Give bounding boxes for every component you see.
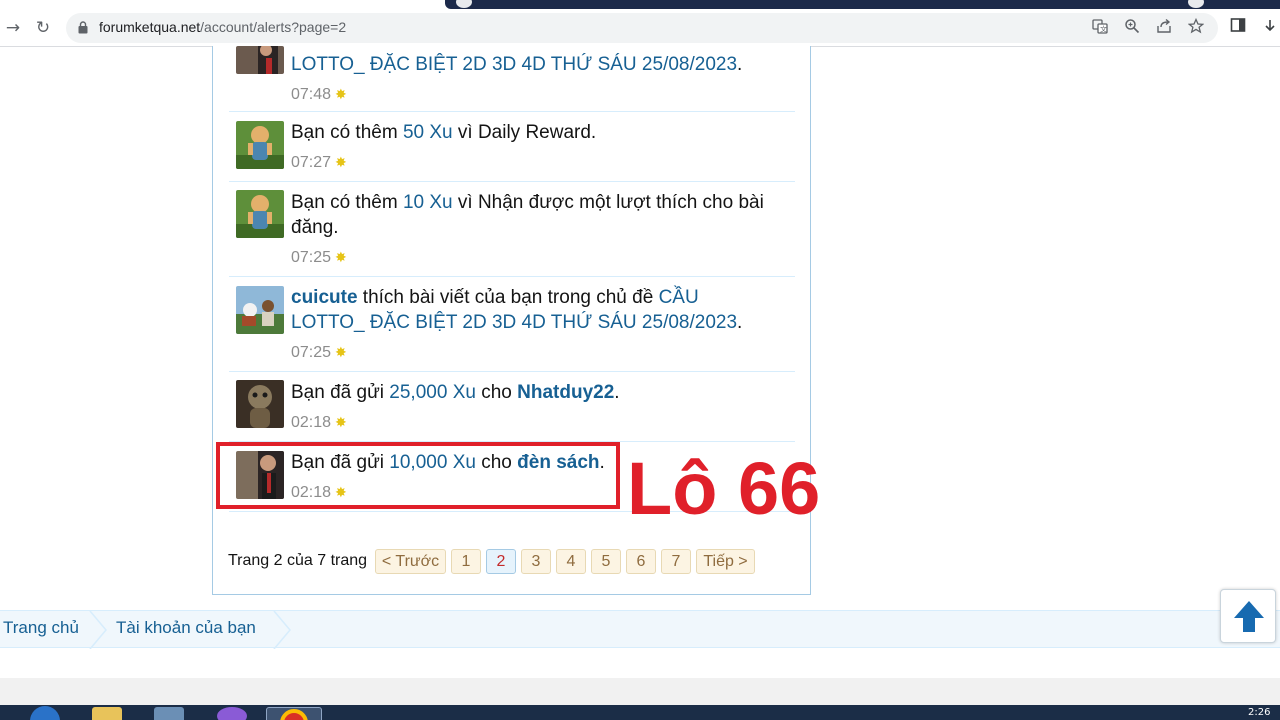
sun-icon: ✸ — [335, 414, 347, 430]
url-text[interactable]: forumketqua.net/account/alerts?page=2 — [99, 19, 346, 35]
breadcrumb-account[interactable]: Tài khoản của bạn — [116, 618, 256, 638]
annotation-label: Lô 66 — [627, 447, 821, 530]
share-icon[interactable] — [1154, 18, 1174, 38]
alert-text: LOTTO_ ĐẶC BIỆT 2D 3D 4D THỨ SÁU 25/08/2… — [291, 54, 743, 75]
username-link[interactable]: Nhatduy22 — [517, 382, 614, 403]
address-bar[interactable]: forumketqua.net/account/alerts?page=2 文 — [66, 13, 1218, 43]
xu-amount-link[interactable]: 50 Xu — [403, 122, 453, 143]
avatar[interactable] — [236, 190, 284, 238]
list-item: Bạn đã gửi 25,000 Xu cho Nhatduy22. 02:1… — [229, 372, 795, 442]
alert-text: Bạn đã gửi 25,000 Xu cho Nhatduy22. — [291, 382, 620, 403]
translate-icon[interactable]: 文 — [1090, 18, 1110, 38]
page-button[interactable]: 5 — [591, 549, 621, 574]
chevron-right-icon — [89, 611, 107, 649]
forward-icon[interactable]: → — [2, 17, 24, 39]
page-button[interactable]: 7 — [661, 549, 691, 574]
tab-strip — [0, 0, 1280, 9]
list-item: Bạn có thêm 50 Xu vì Daily Reward. 07:27… — [229, 112, 795, 182]
page-button[interactable]: 4 — [556, 549, 586, 574]
sidepanel-icon[interactable] — [1228, 17, 1248, 39]
page-button[interactable]: 3 — [521, 549, 551, 574]
page-button[interactable]: 6 — [626, 549, 656, 574]
page-button-current[interactable]: 2 — [486, 549, 516, 574]
alert-time: 07:25 ✸ — [291, 249, 347, 266]
xu-amount-link[interactable]: 10 Xu — [403, 192, 453, 213]
sun-icon: ✸ — [335, 344, 347, 360]
username-link[interactable]: cuicute — [291, 287, 358, 308]
page-count-label: Trang 2 của 7 trang — [228, 552, 368, 569]
ie-icon[interactable] — [30, 706, 60, 720]
alert-text: Bạn có thêm 50 Xu vì Daily Reward. — [291, 122, 597, 143]
avatar[interactable] — [236, 46, 284, 74]
lock-icon[interactable] — [78, 21, 88, 34]
alert-time: 07:25 ✸ — [291, 344, 347, 361]
avatar[interactable] — [236, 286, 284, 334]
sun-icon: ✸ — [335, 249, 347, 265]
more-icon[interactable] — [1260, 17, 1280, 39]
app-icon[interactable] — [154, 707, 184, 720]
alert-time: 02:18 ✸ — [291, 414, 347, 431]
list-item: Bạn có thêm 10 Xu vì Nhận được một lượt … — [229, 182, 795, 277]
svg-text:文: 文 — [1100, 25, 1107, 34]
folder-icon[interactable] — [92, 707, 122, 720]
sun-icon: ✸ — [335, 154, 347, 170]
clock[interactable]: 2:26 — [1248, 707, 1270, 718]
chevron-right-icon — [273, 611, 291, 649]
scroll-to-top-button[interactable] — [1220, 589, 1276, 643]
arrow-up-icon — [1234, 601, 1264, 632]
page-button[interactable]: 1 — [451, 549, 481, 574]
footer — [0, 678, 1280, 706]
taskbar: 2:26 — [0, 705, 1280, 720]
zoom-icon[interactable] — [1122, 18, 1142, 38]
prev-page-button[interactable]: < Trước — [375, 549, 446, 574]
chrome-taskbar-button[interactable] — [266, 707, 322, 720]
breadcrumb: Trang chủ Tài khoản của bạn — [0, 610, 1280, 649]
alert-text: cuicute thích bài viết của bạn trong chủ… — [291, 287, 743, 333]
tab-bar-dark — [445, 0, 1280, 9]
xu-amount-link[interactable]: 25,000 Xu — [389, 382, 476, 403]
bookmark-star-icon[interactable] — [1186, 17, 1206, 38]
avatar[interactable] — [236, 380, 284, 428]
avatar[interactable] — [236, 121, 284, 169]
alert-time: 07:48 ✸ — [291, 86, 347, 103]
thread-link[interactable]: LOTTO_ ĐẶC BIỆT 2D 3D 4D THỨ SÁU 25/08/2… — [291, 54, 737, 75]
page-content: LOTTO_ ĐẶC BIỆT 2D 3D 4D THỨ SÁU 25/08/2… — [0, 46, 1280, 706]
list-item: LOTTO_ ĐẶC BIỆT 2D 3D 4D THỨ SÁU 25/08/2… — [229, 46, 795, 112]
reload-icon[interactable]: ↻ — [32, 17, 54, 39]
browser-toolbar: → ↻ forumketqua.net/account/alerts?page=… — [0, 9, 1280, 47]
highlight-box — [216, 442, 620, 509]
alert-text: Bạn có thêm 10 Xu vì Nhận được một lượt … — [291, 192, 764, 238]
viber-icon[interactable] — [217, 707, 247, 720]
breadcrumb-home[interactable]: Trang chủ — [3, 618, 79, 638]
next-page-button[interactable]: Tiếp > — [696, 549, 755, 574]
list-item: cuicute thích bài viết của bạn trong chủ… — [229, 277, 795, 372]
alert-time: 07:27 ✸ — [291, 154, 347, 171]
sun-icon: ✸ — [335, 86, 347, 102]
